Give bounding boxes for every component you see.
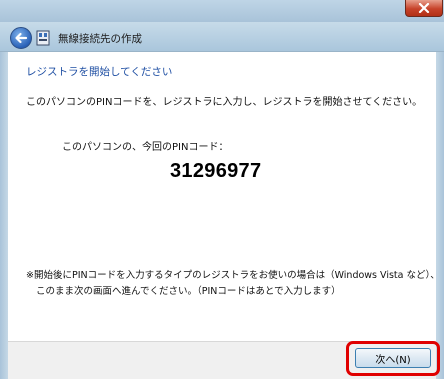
page-heading: レジストラを開始してください [26,66,173,78]
close-icon [418,3,430,13]
back-arrow-icon [15,32,28,44]
window-title: 無線接続先の作成 [58,33,142,45]
highlight-annotation [346,341,440,376]
close-button[interactable] [405,0,443,17]
window-frame-top [0,0,444,22]
pin-label: このパソコンの、今回のPINコード： [62,142,229,153]
back-button[interactable] [10,27,32,49]
note-line-1: ※開始後にPINコードを入力するタイプのレジストラをお使いの場合は（Window… [26,270,440,281]
window-frame-right [436,52,444,379]
pin-code: 31296977 [170,160,262,182]
window-frame-left [0,52,8,379]
note-line-2: このまま次の画面へ進んでください。（PINコードはあとで入力します） [36,286,341,297]
network-icon [36,30,50,46]
instruction-text: このパソコンのPINコードを、レジストラに入力し、レジストラを開始させてください… [26,97,423,108]
note-text: ※開始後にPINコードを入力するタイプのレジストラをお使いの場合は（Window… [26,268,440,300]
